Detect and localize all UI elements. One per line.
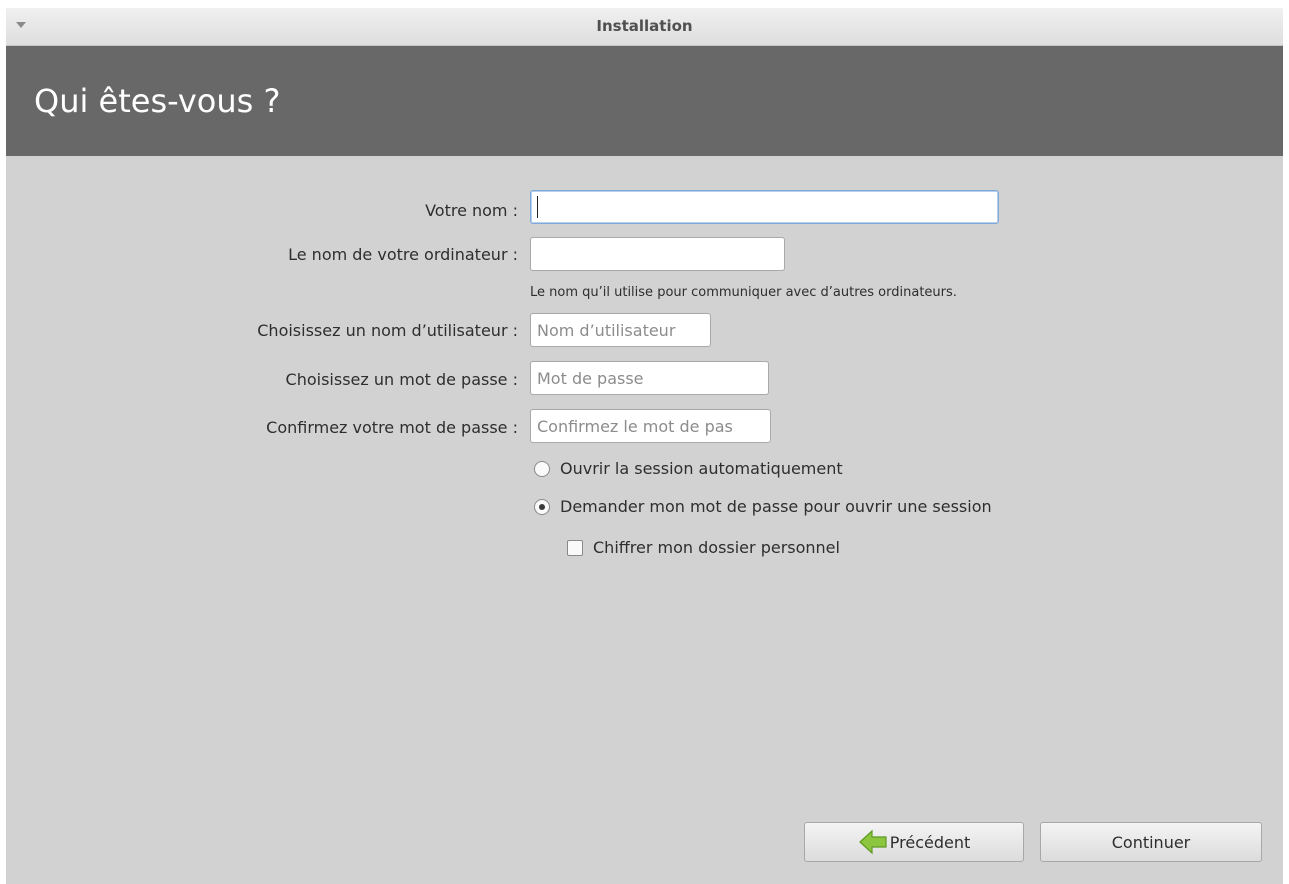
name-label: Votre nom : (425, 201, 518, 220)
ask-password-label: Demander mon mot de passe pour ouvrir un… (560, 497, 992, 516)
encrypt-home-checkbox[interactable] (567, 539, 583, 556)
name-input[interactable] (530, 190, 999, 224)
page-title: Qui êtes-vous ? (34, 82, 281, 120)
back-button-label: Précédent (889, 832, 971, 852)
username-input[interactable] (530, 313, 711, 347)
installer-window: Installation Qui êtes-vous ? Votre nom :… (6, 8, 1283, 884)
text-caret (537, 196, 538, 218)
ask-password-radio[interactable] (534, 498, 550, 515)
password-input[interactable] (530, 361, 769, 395)
encrypt-home-label: Chiffrer mon dossier personnel (593, 538, 840, 557)
page-header: Qui êtes-vous ? (6, 46, 1283, 156)
back-arrow-icon (858, 829, 887, 855)
confirm-password-input[interactable] (530, 409, 771, 443)
back-button[interactable]: Précédent (804, 822, 1024, 862)
title-bar: Installation (6, 8, 1283, 46)
auto-login-option[interactable]: Ouvrir la session automatiquement (534, 459, 843, 478)
password-label: Choisissez un mot de passe : (285, 370, 518, 389)
computer-name-hint: Le nom qu’il utilise pour communiquer av… (530, 285, 957, 300)
continue-button[interactable]: Continuer (1040, 822, 1262, 862)
window-title: Installation (596, 17, 693, 35)
auto-login-radio[interactable] (534, 460, 550, 477)
username-label: Choisissez un nom d’utilisateur : (257, 321, 518, 340)
confirm-password-label: Confirmez votre mot de passe : (266, 418, 518, 437)
encrypt-home-option[interactable]: Chiffrer mon dossier personnel (567, 538, 840, 557)
continue-button-label: Continuer (1111, 832, 1191, 852)
ask-password-option[interactable]: Demander mon mot de passe pour ouvrir un… (534, 497, 992, 516)
computer-name-label: Le nom de votre ordinateur : (288, 245, 518, 264)
computer-name-input[interactable] (530, 237, 785, 271)
auto-login-label: Ouvrir la session automatiquement (560, 459, 843, 478)
